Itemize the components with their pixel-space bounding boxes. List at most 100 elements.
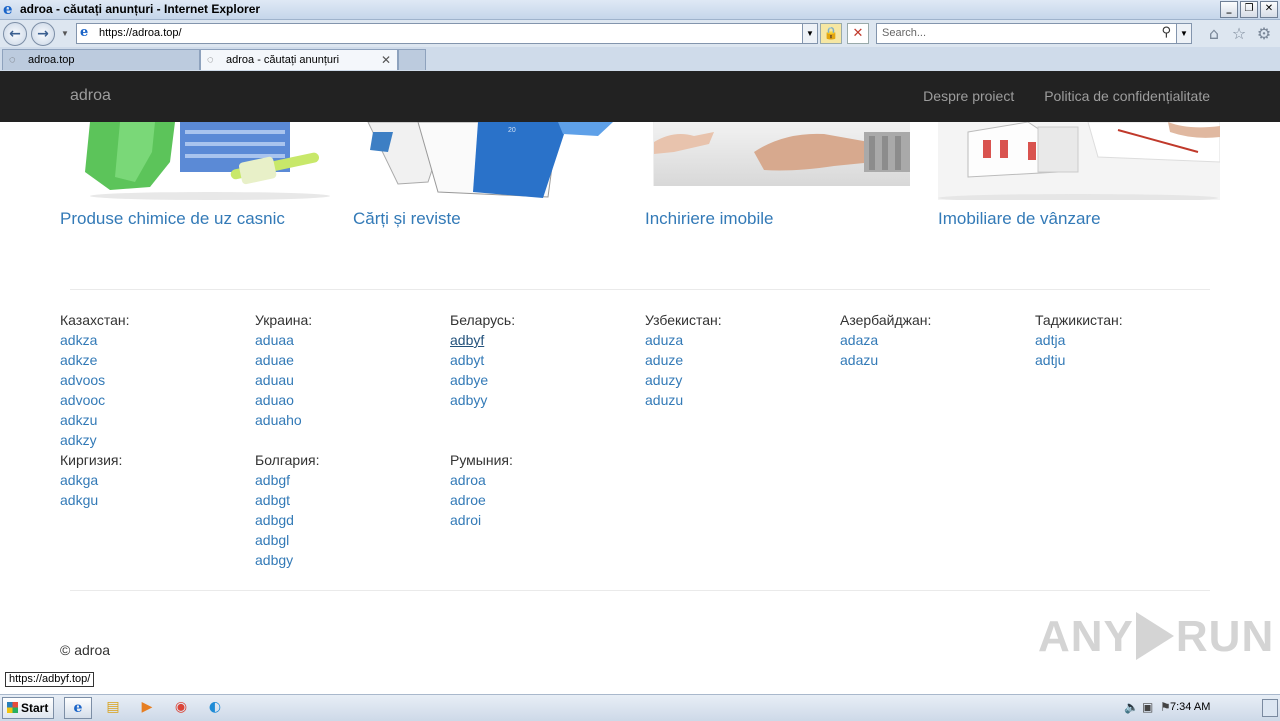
category-image-rent[interactable]	[653, 122, 910, 186]
site-link[interactable]: adazu	[840, 350, 931, 370]
divider	[70, 590, 1210, 591]
category-name[interactable]: Inchiriere imobile	[645, 209, 774, 229]
page-icon: e	[80, 25, 89, 40]
site-link[interactable]: adaza	[840, 330, 931, 350]
stop-button[interactable]: ✕	[847, 23, 869, 44]
search-dropdown-icon[interactable]: ▼	[1176, 24, 1191, 43]
country-group-azerbaijan: Азербайджан: adaza adazu	[840, 310, 931, 370]
country-name: Румыния:	[450, 452, 513, 468]
site-link[interactable]: adkgu	[60, 490, 122, 510]
tab-strip: ◌ adroa.top ◌ adroa - căutați anunțuri ✕	[0, 47, 1280, 72]
site-link[interactable]: adbye	[450, 370, 515, 390]
site-link[interactable]: aduao	[255, 390, 312, 410]
restore-button[interactable]: ❐	[1240, 1, 1258, 18]
minimize-button[interactable]: _	[1220, 1, 1238, 18]
site-link[interactable]: adkga	[60, 470, 122, 490]
taskbar-chrome-icon[interactable]: ◉	[168, 697, 194, 717]
watermark-text-left: ANY	[1038, 612, 1134, 661]
site-link[interactable]: advoos	[60, 370, 130, 390]
internet-explorer-icon: e	[3, 0, 13, 18]
site-link[interactable]: adkzy	[60, 430, 130, 450]
site-link[interactable]: aduaho	[255, 410, 312, 430]
site-link[interactable]: adbgl	[255, 530, 320, 550]
taskbar: Start e ▤ ▶ ◉ ◐ 🔈 ▣ ⚑ 7:34 AM	[0, 694, 1280, 721]
site-link[interactable]: adroi	[450, 510, 513, 530]
category-name[interactable]: Imobiliare de vânzare	[938, 209, 1101, 229]
search-icon[interactable]: ⚲	[1161, 25, 1171, 40]
tab-label: adroa.top	[28, 54, 75, 66]
nav-link-about[interactable]: Despre proiect	[923, 88, 1014, 104]
clock[interactable]: 7:34 AM	[1170, 701, 1210, 713]
site-link[interactable]: adkzu	[60, 410, 130, 430]
site-link[interactable]: aduzy	[645, 370, 722, 390]
site-link[interactable]: adbgd	[255, 510, 320, 530]
site-link[interactable]: adroa	[450, 470, 513, 490]
site-brand[interactable]: adroa	[70, 87, 111, 105]
windows-logo-icon	[7, 702, 18, 713]
category-name[interactable]: Produse chimice de uz casnic	[60, 209, 285, 229]
site-link[interactable]: adbyy	[450, 390, 515, 410]
address-dropdown-icon[interactable]: ▼	[802, 24, 817, 43]
category-name[interactable]: Cărți și reviste	[353, 209, 461, 229]
site-link[interactable]: adbgf	[255, 470, 320, 490]
country-group-belarus: Беларусь: adbyf adbyt adbye adbyy	[450, 310, 515, 410]
taskbar-media-player-icon[interactable]: ▶	[134, 697, 160, 717]
window-title: adroa - căutați anunțuri - Internet Expl…	[20, 2, 261, 16]
site-link[interactable]: aduau	[255, 370, 312, 390]
show-desktop-icon[interactable]	[1262, 699, 1278, 717]
search-input[interactable]: Search...	[882, 27, 926, 39]
close-window-button[interactable]: ✕	[1260, 1, 1278, 18]
system-tray: 🔈 ▣ ⚑ 7:34 AM	[1120, 695, 1280, 721]
site-nav-links: Despre proiect Politica de confidențiali…	[923, 88, 1210, 104]
window-controls: _ ❐ ✕	[1220, 1, 1278, 18]
history-dropdown-icon[interactable]: ▼	[61, 29, 69, 38]
site-link[interactable]: adbyt	[450, 350, 515, 370]
site-link-hovered[interactable]: adbyf	[450, 330, 515, 350]
network-icon[interactable]: ▣	[1142, 700, 1153, 714]
site-link[interactable]: aduza	[645, 330, 722, 350]
close-tab-icon[interactable]: ✕	[381, 50, 391, 70]
country-group-romania: Румыния: adroa adroe adroi	[450, 450, 513, 530]
site-link[interactable]: adkze	[60, 350, 130, 370]
window-title-bar: e adroa - căutați anunțuri - Internet Ex…	[0, 0, 1280, 20]
site-link[interactable]: adtja	[1035, 330, 1123, 350]
tab-label: adroa - căutați anunțuri	[226, 54, 340, 66]
favorites-star-icon[interactable]: ☆	[1229, 24, 1249, 44]
country-group-bulgaria: Болгария: adbgf adbgt adbgd adbgl adbgy	[255, 450, 320, 570]
site-link[interactable]: aduaa	[255, 330, 312, 350]
site-link[interactable]: aduze	[645, 350, 722, 370]
country-group-uzbekistan: Узбекистан: aduza aduze aduzy aduzu	[645, 310, 722, 410]
tools-gear-icon[interactable]: ⚙	[1254, 24, 1274, 44]
category-image-sale[interactable]	[938, 122, 1220, 200]
tab-adroa-top[interactable]: ◌ adroa.top	[2, 49, 200, 70]
taskbar-explorer-icon[interactable]: ▤	[100, 697, 126, 717]
tab-adroa-search[interactable]: ◌ adroa - căutați anunțuri ✕	[200, 49, 398, 70]
site-link[interactable]: advooc	[60, 390, 130, 410]
site-link[interactable]: adbgt	[255, 490, 320, 510]
country-group-ukraine: Украина: aduaa aduae aduau aduao aduaho	[255, 310, 312, 430]
search-box[interactable]: Search... ⚲ ▼	[876, 23, 1192, 44]
site-link[interactable]: adroe	[450, 490, 513, 510]
lock-icon[interactable]: 🔒	[820, 23, 842, 44]
category-image-books[interactable]: 20	[358, 122, 623, 200]
category-image-cleaning[interactable]	[80, 122, 330, 200]
new-tab-button[interactable]	[398, 49, 426, 70]
address-bar[interactable]: e https://adroa.top/ ▼	[76, 23, 818, 44]
forward-button[interactable]: →	[31, 22, 55, 46]
start-button[interactable]: Start	[2, 697, 54, 719]
site-link[interactable]: aduzu	[645, 390, 722, 410]
home-icon[interactable]: ⌂	[1204, 24, 1224, 44]
volume-icon[interactable]: 🔈	[1124, 700, 1139, 714]
site-link[interactable]: aduae	[255, 350, 312, 370]
site-link[interactable]: adtju	[1035, 350, 1123, 370]
country-group-kazakhstan: Казахстан: adkza adkze advoos advooc adk…	[60, 310, 130, 450]
taskbar-edge-icon[interactable]: ◐	[202, 697, 228, 717]
back-button[interactable]: ←	[3, 22, 27, 46]
site-link[interactable]: adkza	[60, 330, 130, 350]
taskbar-ie-icon[interactable]: e	[64, 697, 92, 719]
site-link[interactable]: adbgy	[255, 550, 320, 570]
address-url[interactable]: https://adroa.top/	[99, 27, 182, 39]
nav-link-privacy[interactable]: Politica de confidențialitate	[1044, 88, 1210, 104]
copyright: © adroa	[60, 642, 111, 658]
play-icon	[1135, 612, 1174, 661]
